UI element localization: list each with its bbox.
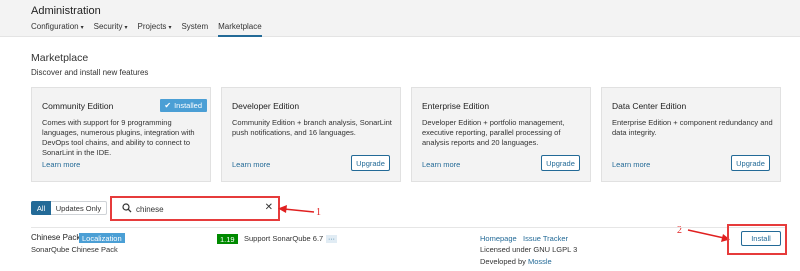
install-button[interactable]: Install: [741, 231, 781, 246]
issue-tracker-link[interactable]: Issue Tracker: [523, 234, 568, 243]
more-release-notes-button[interactable]: ···: [326, 235, 337, 243]
category-badge[interactable]: Localization: [79, 233, 125, 243]
license-text: Licensed under GNU LGPL 3: [480, 245, 578, 254]
annotation-arrow-2: [687, 229, 730, 242]
developer-info: Developed by Mossle: [480, 257, 552, 266]
version-badge: 1.19: [217, 234, 238, 244]
row-divider: [31, 227, 786, 228]
plugin-name: Chinese Pack: [31, 233, 81, 242]
version-support-text: Support SonarQube 6.7: [244, 234, 324, 243]
annotation-label-1: 1: [316, 207, 321, 218]
plugin-description: SonarQube Chinese Pack: [31, 245, 118, 254]
developer-link[interactable]: Mossle: [528, 257, 552, 266]
annotation-arrow-1: [278, 205, 315, 213]
developed-by-label: Developed by: [480, 257, 528, 266]
homepage-link[interactable]: Homepage: [480, 234, 517, 243]
